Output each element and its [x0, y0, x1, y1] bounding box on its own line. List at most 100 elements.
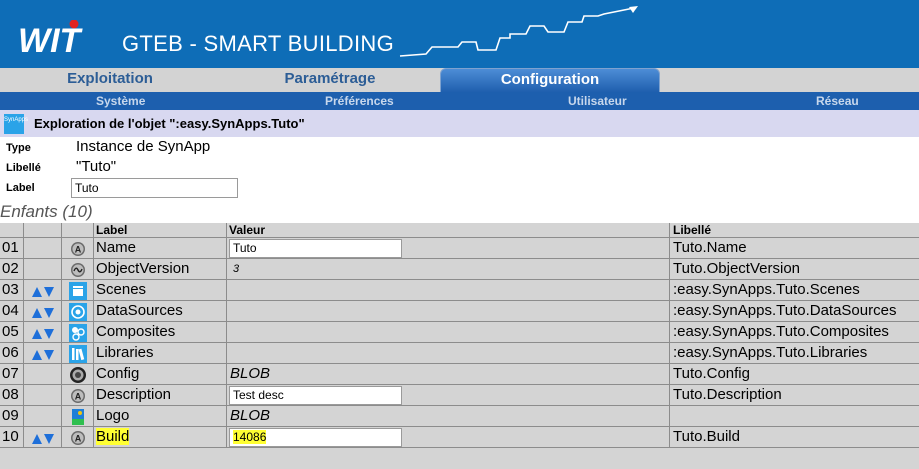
row-value: 3 — [227, 259, 670, 280]
table-row[interactable]: 09 Logo BLOB — [0, 406, 919, 427]
row-libelle — [670, 406, 919, 427]
logo-image-icon — [69, 408, 87, 426]
row-libelle: :easy.SynApps.Tuto.Scenes — [670, 280, 919, 301]
row-value-text: BLOB — [230, 365, 271, 382]
table-row[interactable]: 06 Libraries :easy.SynApps.Tuto.Libraries — [0, 343, 919, 364]
row-label: Build — [94, 427, 227, 448]
row-order-cell — [24, 301, 62, 322]
main-tabbar: Exploitation Paramétrage Configuration — [0, 68, 919, 92]
row-value — [227, 301, 670, 322]
row-number: 09 — [0, 406, 24, 427]
tab-parametrage[interactable]: Paramétrage — [220, 68, 440, 92]
object-explorer-header: SynApps Exploration de l'objet ":easy.Sy… — [0, 110, 919, 137]
move-up-down-icon[interactable] — [32, 327, 54, 339]
row-order-cell — [24, 238, 62, 259]
row-order-cell — [24, 280, 62, 301]
row-number: 07 — [0, 364, 24, 385]
row-label-text: Composites — [96, 323, 176, 340]
row-value-text: BLOB — [230, 407, 271, 424]
row-icon-cell — [62, 301, 94, 322]
row-label: Libraries — [94, 343, 227, 364]
scenes-icon — [69, 282, 87, 300]
table-row[interactable]: 03 Scenes :easy.SynApps.Tuto.Scenes — [0, 280, 919, 301]
row-label-text: DataSources — [96, 302, 183, 319]
svg-text:A: A — [75, 392, 82, 402]
header-arrows — [24, 223, 62, 238]
tab-exploitation[interactable]: Exploitation — [0, 68, 220, 92]
table-row[interactable]: 01 A Name Tuto Tuto.Name — [0, 238, 919, 259]
building-skyline-icon — [399, 6, 638, 57]
header-icon — [62, 223, 94, 238]
row-label-text: Libraries — [96, 344, 154, 361]
subtab-systeme[interactable]: Système — [96, 92, 145, 110]
row-value — [227, 280, 670, 301]
row-value-input[interactable]: Tuto — [229, 239, 402, 258]
row-libelle: :easy.SynApps.Tuto.Composites — [670, 322, 919, 343]
row-value-input[interactable]: Test desc — [229, 386, 402, 405]
row-icon-cell — [62, 280, 94, 301]
header-value: Valeur — [227, 223, 670, 238]
row-label: Composites — [94, 322, 227, 343]
table-row[interactable]: 10 A Build 14086 Tuto.Build — [0, 427, 919, 448]
row-label-text: Logo — [96, 407, 130, 424]
sub-tabbar: Système Préférences Utilisateur Réseau — [0, 92, 919, 110]
wit-logo: WIT — [18, 20, 84, 56]
row-value: Test desc — [227, 385, 670, 406]
row-value — [227, 322, 670, 343]
move-up-down-icon[interactable] — [32, 285, 54, 297]
version-icon — [69, 261, 87, 279]
row-number: 08 — [0, 385, 24, 406]
subtab-preferences[interactable]: Préférences — [325, 92, 394, 110]
label-input[interactable] — [71, 178, 238, 198]
config-icon — [69, 366, 87, 384]
table-header: Label Valeur Libellé — [0, 223, 919, 238]
move-up-down-icon[interactable] — [32, 432, 54, 444]
libelle-label: Libellé — [6, 162, 41, 174]
row-order-cell — [24, 322, 62, 343]
row-value-input[interactable]: 14086 — [229, 428, 402, 447]
subtab-utilisateur[interactable]: Utilisateur — [568, 92, 627, 110]
libelle-value: "Tuto" — [76, 158, 117, 175]
type-value: Instance de SynApp — [76, 138, 211, 155]
row-icon-cell — [62, 406, 94, 427]
table-row[interactable]: 02 ObjectVersion 3 Tuto.ObjectVersion — [0, 259, 919, 280]
row-number: 03 — [0, 280, 24, 301]
table-row[interactable]: 08 A Description Test desc Tuto.Description — [0, 385, 919, 406]
row-order-cell — [24, 364, 62, 385]
row-order-cell — [24, 406, 62, 427]
synapps-icon: SynApps — [4, 114, 28, 134]
move-up-down-icon[interactable] — [32, 306, 54, 318]
row-libelle: Tuto.ObjectVersion — [670, 259, 919, 280]
attribute-icon: A — [69, 429, 87, 447]
tab-configuration[interactable]: Configuration — [440, 68, 660, 92]
row-icon-cell — [62, 322, 94, 343]
header-libelle: Libellé — [670, 223, 919, 238]
row-value: 14086 — [227, 427, 670, 448]
row-label: Config — [94, 364, 227, 385]
app-title: GTEB - SMART BUILDING — [122, 31, 394, 56]
row-label: Scenes — [94, 280, 227, 301]
move-up-down-icon[interactable] — [32, 348, 54, 360]
table-row[interactable]: 07 Config BLOB Tuto.Config — [0, 364, 919, 385]
row-number: 04 — [0, 301, 24, 322]
row-icon-cell: A — [62, 238, 94, 259]
datasources-icon — [69, 303, 87, 321]
row-label: Logo — [94, 406, 227, 427]
libraries-icon — [69, 345, 87, 363]
header-label: Label — [94, 223, 227, 238]
children-title: Enfants (10) — [0, 202, 93, 221]
row-libelle: Tuto.Build — [670, 427, 919, 448]
row-number: 06 — [0, 343, 24, 364]
row-number: 05 — [0, 322, 24, 343]
svg-text:A: A — [75, 245, 82, 255]
table-row[interactable]: 05 Composites :easy.SynApps.Tuto.Composite… — [0, 322, 919, 343]
row-icon-cell — [62, 259, 94, 280]
row-value-text: 3 — [233, 263, 240, 275]
row-order-cell — [24, 343, 62, 364]
row-label: ObjectVersion — [94, 259, 227, 280]
subtab-reseau[interactable]: Réseau — [816, 92, 859, 110]
row-number: 10 — [0, 427, 24, 448]
table-row[interactable]: 04 DataSources:easy.SynApps.Tuto.DataSour… — [0, 301, 919, 322]
row-icon-cell: A — [62, 385, 94, 406]
row-libelle: :easy.SynApps.Tuto.Libraries — [670, 343, 919, 364]
